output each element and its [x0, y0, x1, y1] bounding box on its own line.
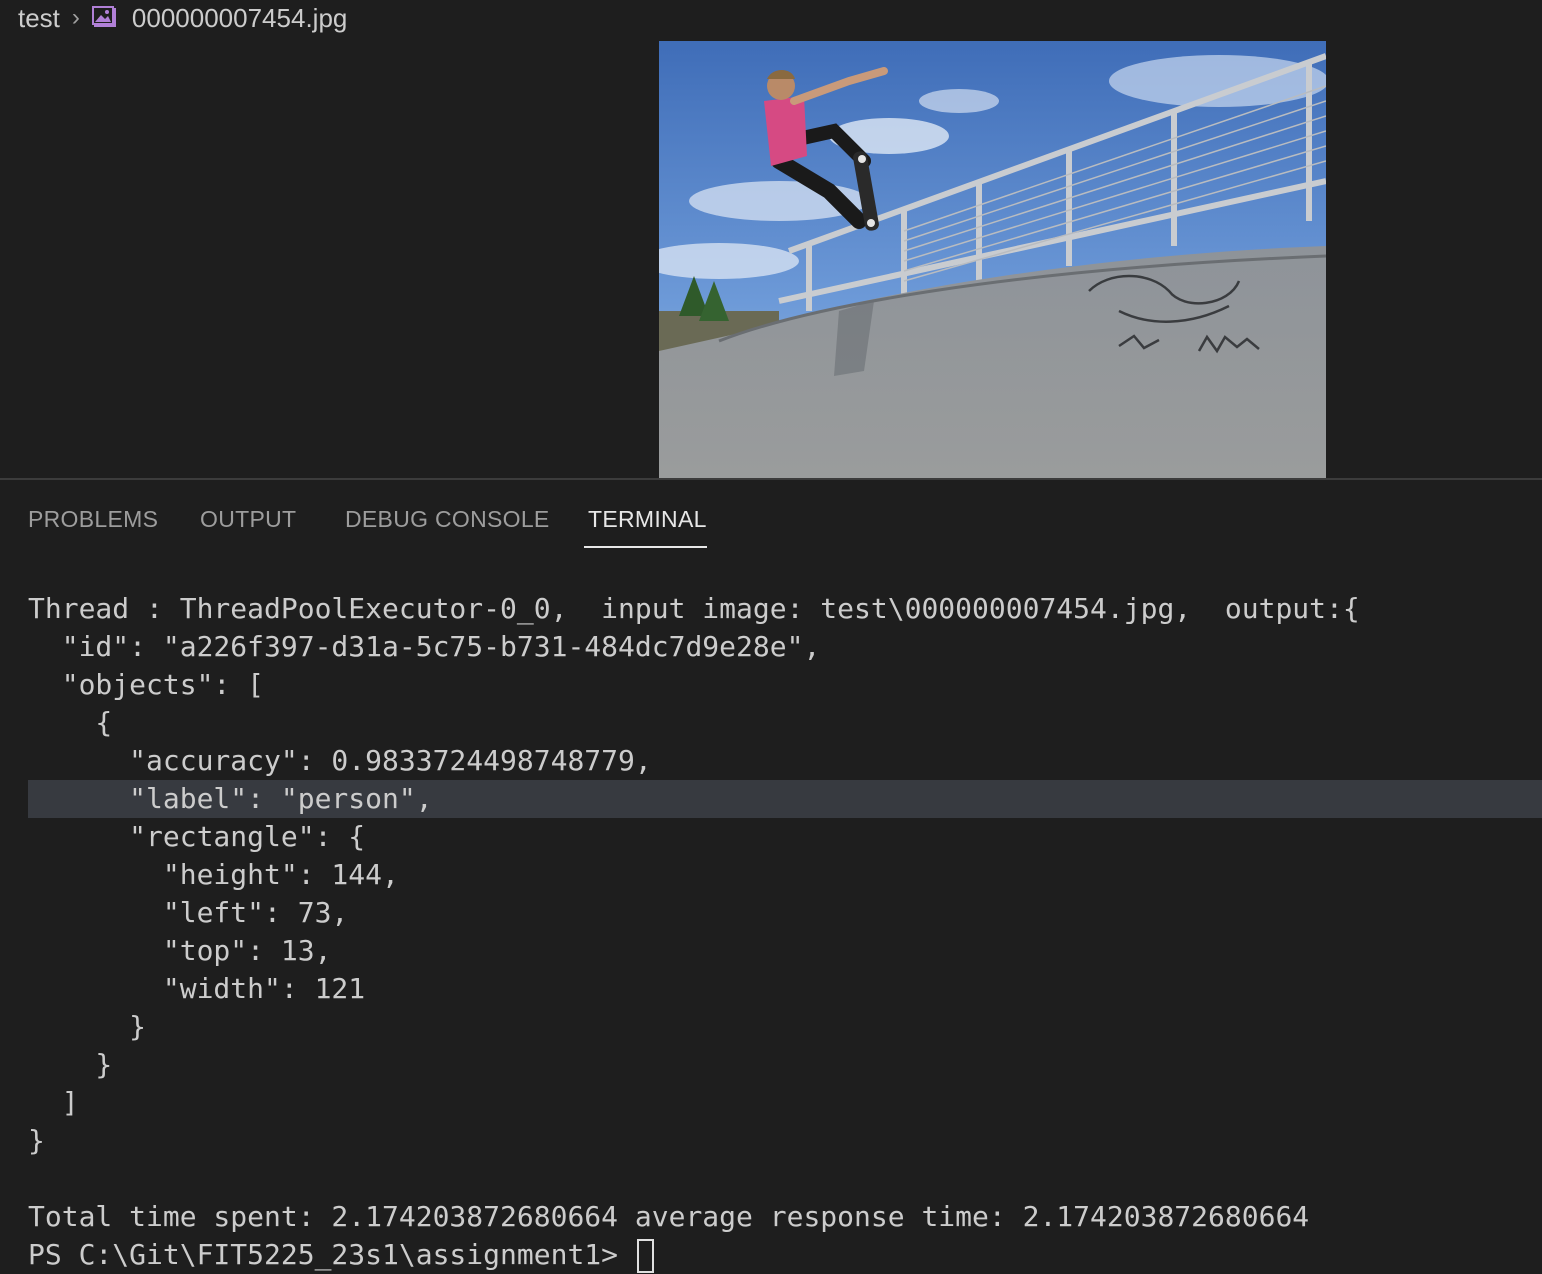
- tab-debug-console[interactable]: DEBUG CONSOLE: [345, 506, 550, 533]
- terminal-line: Thread : ThreadPoolExecutor-0_0, input i…: [28, 592, 1360, 625]
- terminal-line: "height": 144,: [28, 858, 399, 891]
- terminal-line: Total time spent: 2.174203872680664 aver…: [28, 1200, 1310, 1233]
- terminal-line: "width": 121: [28, 972, 366, 1005]
- terminal-line: {: [28, 706, 113, 739]
- terminal-line: "top": 13,: [28, 934, 332, 967]
- tab-output[interactable]: OUTPUT: [200, 506, 296, 533]
- terminal-line-highlighted: "label": "person",: [28, 780, 1542, 818]
- tab-problems[interactable]: PROBLEMS: [28, 506, 158, 533]
- breadcrumb: test › 000000007454.jpg: [18, 0, 347, 36]
- terminal-prompt: PS C:\Git\FIT5225_23s1\assignment1>: [28, 1238, 635, 1271]
- terminal-line: ]: [28, 1086, 79, 1119]
- chevron-right-icon: ›: [71, 4, 80, 31]
- image-file-icon: [91, 5, 118, 31]
- terminal-line: "accuracy": 0.9833724498748779,: [28, 744, 652, 777]
- terminal-line: "id": "a226f397-d31a-5c75-b731-484dc7d9e…: [28, 630, 821, 663]
- terminal-output[interactable]: Thread : ThreadPoolExecutor-0_0, input i…: [28, 590, 1542, 1274]
- terminal-cursor: [636, 1239, 654, 1273]
- active-tab-indicator: [584, 546, 707, 548]
- image-preview-area: [0, 36, 1542, 478]
- terminal-prompt-line[interactable]: PS C:\Git\FIT5225_23s1\assignment1>: [28, 1236, 1542, 1274]
- breadcrumb-file[interactable]: 000000007454.jpg: [132, 3, 347, 34]
- terminal-line: "left": 73,: [28, 896, 349, 929]
- breadcrumb-folder[interactable]: test: [18, 3, 60, 34]
- terminal-line: "objects": [: [28, 668, 265, 701]
- terminal-line: }: [28, 1010, 147, 1043]
- tab-terminal[interactable]: TERMINAL: [588, 506, 707, 533]
- terminal-line: "rectangle": {: [28, 820, 366, 853]
- terminal-line: }: [28, 1048, 113, 1081]
- terminal-line: }: [28, 1124, 45, 1157]
- skateboarder-photo[interactable]: [659, 41, 1326, 478]
- panel-tab-bar: PROBLEMS OUTPUT DEBUG CONSOLE TERMINAL: [0, 480, 1542, 560]
